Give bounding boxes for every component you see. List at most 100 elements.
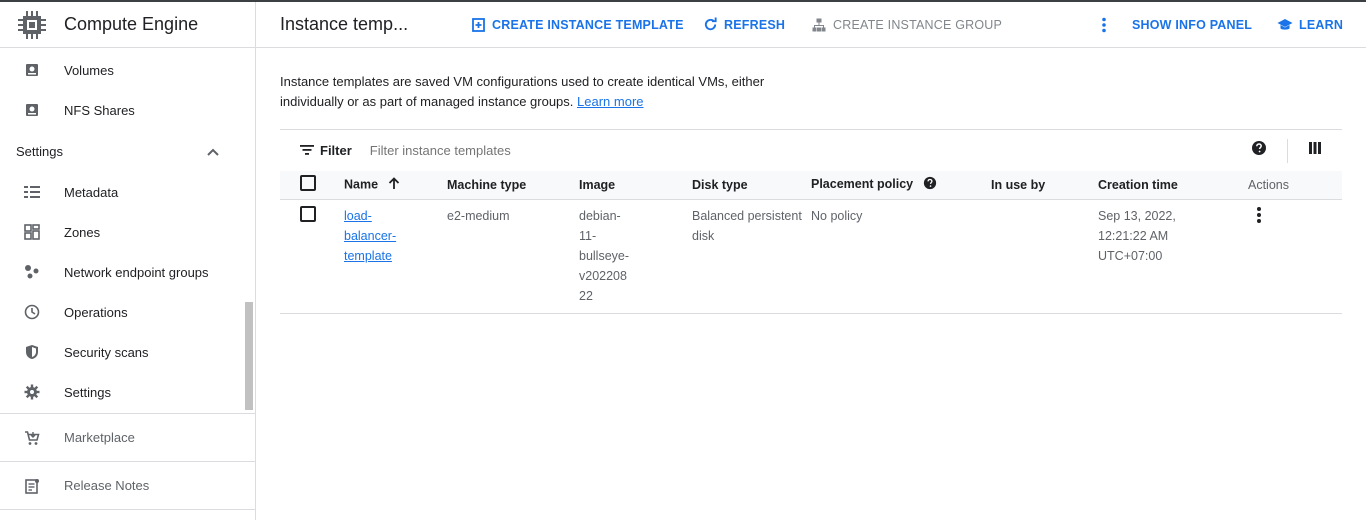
more-options-button[interactable]	[1096, 17, 1118, 33]
create-instance-template-button[interactable]: CREATE INSTANCE TEMPLATE	[470, 17, 684, 33]
sidebar-item-label: NFS Shares	[64, 102, 135, 118]
filter-button[interactable]: Filter	[300, 143, 352, 158]
column-header-label: Disk type	[692, 177, 748, 192]
table-row: load-balancer-template e2-medium debian-…	[280, 199, 1342, 313]
page-header: Instance temp... CREATE INSTANCE TEMPLAT…	[256, 2, 1366, 48]
instance-group-icon	[811, 17, 827, 33]
divider	[1287, 138, 1288, 163]
column-header-machine-type[interactable]: Machine type	[447, 171, 579, 199]
sidebar-item-network-endpoint-groups[interactable]: Network endpoint groups	[0, 252, 255, 292]
sidebar-item-label: Operations	[64, 304, 128, 320]
sidebar-item-security-scans[interactable]: Security scans	[0, 332, 255, 372]
sidebar-item-label: Volumes	[64, 62, 114, 78]
cell-placement-policy: No policy	[811, 208, 863, 223]
filter-input[interactable]	[369, 143, 670, 158]
column-header-label: In use by	[991, 177, 1046, 192]
description-text: Instance templates are saved VM configur…	[280, 74, 765, 109]
gear-icon	[22, 382, 42, 402]
show-info-panel-button[interactable]: SHOW INFO PANEL	[1132, 18, 1252, 32]
sidebar-item-release-notes[interactable]: Release Notes	[0, 461, 255, 509]
cell-in-use-by	[991, 199, 1098, 313]
filter-list-icon	[300, 143, 314, 158]
sidebar-item-label: Metadata	[64, 184, 119, 200]
column-header-image[interactable]: Image	[579, 171, 692, 199]
sidebar-scrollbar[interactable]	[245, 302, 253, 410]
select-all-checkbox[interactable]	[300, 175, 316, 192]
sidebar-item-label: Network endpoint groups	[64, 264, 209, 280]
cell-image: debian-11-bullseye-v20220822	[579, 208, 630, 303]
help-icon[interactable]	[1251, 140, 1267, 161]
create-instance-template-label: CREATE INSTANCE TEMPLATE	[492, 17, 684, 32]
cell-disk-type: Balanced persistent disk	[692, 208, 802, 243]
column-header-name[interactable]: Name	[344, 171, 447, 199]
refresh-icon	[702, 17, 718, 33]
list-icon	[22, 182, 42, 202]
sidebar-item-volumes[interactable]: Volumes	[0, 50, 255, 90]
more-vert-icon	[1096, 17, 1112, 33]
column-header-placement-policy[interactable]: Placement policy	[811, 171, 991, 199]
sidebar-item-marketplace[interactable]: Marketplace	[0, 413, 255, 461]
row-actions	[1248, 199, 1342, 313]
column-header-label: Machine type	[447, 177, 527, 192]
sidebar-section-settings[interactable]: Settings	[0, 130, 255, 172]
create-instance-group-button[interactable]: CREATE INSTANCE GROUP	[811, 17, 1002, 33]
sidebar: Compute Engine Volumes NFS Shares Settin…	[0, 2, 256, 520]
sidebar-item-settings[interactable]: Settings	[0, 372, 255, 412]
cell-machine-type: e2-medium	[447, 208, 510, 223]
column-header-label: Actions	[1248, 177, 1289, 192]
refresh-button[interactable]: REFRESH	[702, 17, 785, 33]
column-header-disk-type[interactable]: Disk type	[692, 171, 811, 199]
filter-label: Filter	[320, 143, 352, 158]
school-icon	[1277, 17, 1293, 33]
create-instance-group-label: CREATE INSTANCE GROUP	[833, 17, 1003, 32]
sidebar-item-label: Zones	[64, 224, 101, 240]
row-checkbox[interactable]	[300, 205, 316, 222]
disk-icon	[22, 100, 42, 120]
learn-more-link[interactable]: Learn more	[577, 94, 643, 109]
sidebar-item-label: Settings	[64, 384, 111, 400]
product-title: Compute Engine	[64, 14, 199, 34]
column-header-label: Image	[579, 177, 616, 192]
column-header-label: Name	[344, 177, 379, 192]
compute-engine-chip-icon	[16, 9, 48, 41]
chevron-up-icon	[207, 144, 219, 159]
column-header-in-use-by[interactable]: In use by	[991, 171, 1098, 199]
sidebar-item-nfs-shares[interactable]: NFS Shares	[0, 90, 255, 130]
sidebar-item-zones[interactable]: Zones	[0, 212, 255, 252]
column-header-label: Creation time	[1098, 177, 1178, 192]
refresh-label: REFRESH	[724, 17, 786, 32]
more-vert-icon[interactable]	[1256, 206, 1262, 227]
sidebar-header: Compute Engine	[0, 2, 255, 48]
column-header-creation-time[interactable]: Creation time	[1098, 171, 1248, 199]
sidebar-item-operations[interactable]: Operations	[0, 292, 255, 332]
instance-templates-table: Name Machine type Image Disk type Placem…	[280, 171, 1342, 314]
template-name-link[interactable]: load-balancer-template	[344, 209, 396, 263]
learn-label: LEARN	[1299, 17, 1344, 32]
clock-icon	[22, 302, 42, 322]
column-display-icon[interactable]	[1308, 141, 1322, 160]
add-box-icon	[470, 17, 486, 33]
sidebar-item-label: Security scans	[64, 344, 149, 360]
sidebar-item-label: Marketplace	[64, 430, 135, 445]
sidebar-item-metadata[interactable]: Metadata	[0, 172, 255, 212]
release-notes-icon	[22, 476, 42, 496]
dots-icon	[22, 262, 42, 282]
table-header-row: Name Machine type Image Disk type Placem…	[280, 171, 1342, 199]
grid-icon	[22, 222, 42, 242]
column-header-actions: Actions	[1248, 171, 1342, 199]
disk-icon	[22, 60, 42, 80]
show-info-panel-label: SHOW INFO PANEL	[1132, 17, 1253, 32]
filter-bar: Filter	[280, 129, 1342, 171]
learn-button[interactable]: LEARN	[1277, 17, 1343, 33]
sidebar-divider	[0, 509, 255, 510]
sidebar-item-label: Release Notes	[64, 478, 150, 493]
arrow-upward-icon	[388, 176, 400, 193]
cell-creation-time: Sep 13, 2022, 12:21:22 AM UTC+07:00	[1098, 208, 1176, 263]
column-header-label: Placement policy	[811, 177, 914, 192]
help-icon[interactable]	[923, 177, 937, 193]
shield-icon	[22, 342, 42, 362]
page-description: Instance templates are saved VM configur…	[280, 72, 800, 112]
section-label: Settings	[16, 143, 63, 159]
filter-bar-actions	[1251, 138, 1322, 163]
page-title: Instance temp...	[280, 14, 409, 34]
